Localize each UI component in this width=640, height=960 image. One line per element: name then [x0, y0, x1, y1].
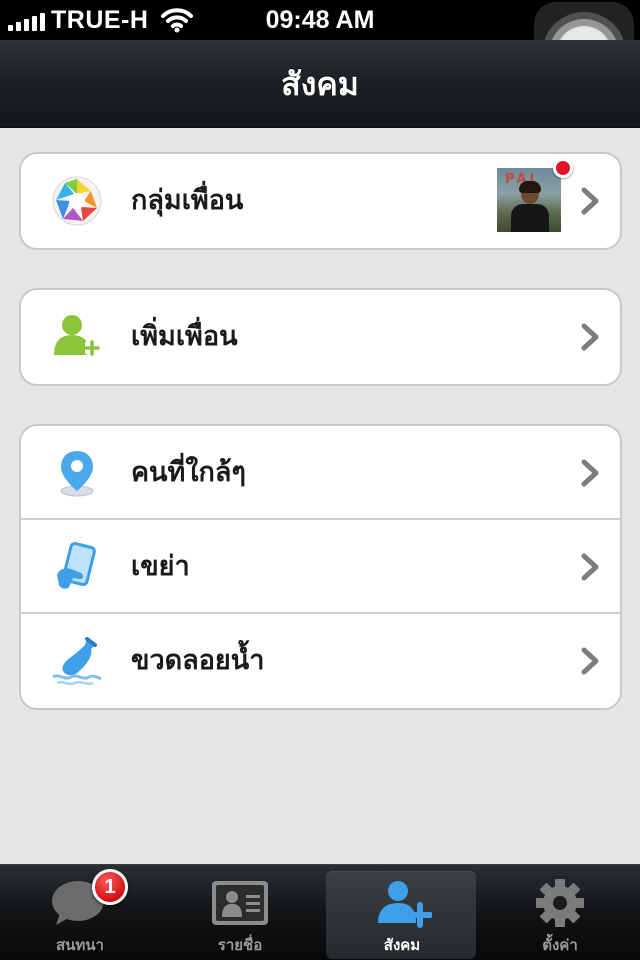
notification-dot — [553, 158, 573, 178]
page-title: สังคม — [281, 65, 359, 103]
tab-bar: 1 สนทนา รายชื่อ สังคม ตั้งค่า — [0, 864, 640, 960]
row-label: เขย่า — [131, 551, 190, 582]
row-label: กลุ่มเพื่อน — [131, 185, 244, 216]
add-friend-icon — [54, 315, 100, 356]
moments-aperture-icon — [52, 176, 102, 226]
row-label: ขวดลอยน้ำ — [131, 645, 265, 676]
chevron-right-icon — [581, 323, 599, 351]
chevron-right-icon — [581, 553, 599, 581]
contacts-card-icon — [212, 881, 268, 925]
add-friend-group: เพิ่มเพื่อน — [19, 288, 622, 386]
tab-label: ตั้งค่า — [542, 936, 578, 954]
moments-group: กลุ่มเพื่อน PAI — [19, 152, 622, 250]
discover-group: คนที่ใกล้ๆ เขย่า ขวดลอยน้ำ — [19, 424, 622, 710]
list-item-drift-bottle[interactable]: ขวดลอยน้ำ — [21, 614, 620, 708]
chevron-right-icon — [581, 459, 599, 487]
row-label: คนที่ใกล้ๆ — [131, 457, 246, 488]
tab-label: สนทนา — [56, 936, 104, 954]
add-friend-icon — [378, 881, 432, 928]
row-label: เพิ่มเพื่อน — [131, 321, 238, 352]
gear-icon — [536, 879, 584, 927]
list-item-shake[interactable]: เขย่า — [21, 520, 620, 614]
tab-settings[interactable]: ตั้งค่า — [480, 865, 640, 960]
location-pin-icon — [60, 451, 94, 497]
tab-chats[interactable]: 1 สนทนา — [0, 865, 160, 960]
navigation-bar: สังคม — [0, 40, 640, 128]
drift-bottle-icon — [52, 637, 102, 686]
tab-social[interactable]: สังคม — [322, 865, 482, 960]
tab-label: รายชื่อ — [217, 936, 263, 954]
list-item-add-friend[interactable]: เพิ่มเพื่อน — [21, 290, 620, 384]
chevron-right-icon — [581, 187, 599, 215]
list-item-people-nearby[interactable]: คนที่ใกล้ๆ — [21, 426, 620, 520]
tab-contacts[interactable]: รายชื่อ — [160, 865, 320, 960]
friend-photo-thumbnail: PAI — [497, 168, 561, 232]
list-item-moments[interactable]: กลุ่มเพื่อน PAI — [21, 154, 620, 248]
tab-label: สังคม — [383, 936, 421, 954]
unread-badge: 1 — [92, 869, 128, 905]
chevron-right-icon — [581, 647, 599, 675]
shake-phone-icon — [57, 542, 96, 589]
